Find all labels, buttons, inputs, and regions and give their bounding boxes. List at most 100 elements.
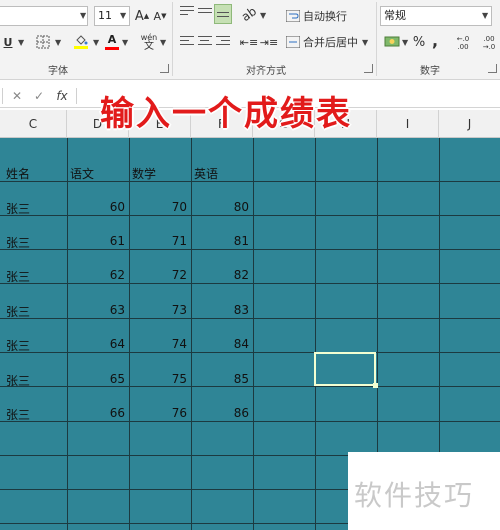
chevron-down-icon[interactable]: ▼ [482, 11, 488, 20]
align-bottom-button[interactable] [214, 4, 232, 24]
phonetic-button[interactable]: wén 文 [139, 30, 159, 54]
grid-line [0, 318, 500, 319]
font-color-letter: A [107, 32, 117, 46]
table-cell[interactable]: 73 [129, 303, 187, 317]
column-header-i[interactable]: I [377, 110, 439, 138]
table-cell[interactable]: 70 [129, 200, 187, 214]
grid-line [0, 421, 500, 422]
table-cell[interactable]: 64 [67, 337, 125, 351]
underline-button[interactable]: U [0, 32, 16, 52]
font-name-dropdown[interactable] [0, 6, 88, 26]
chevron-down-icon[interactable]: ▼ [93, 38, 99, 47]
table-cell[interactable]: 71 [129, 234, 187, 248]
grid-line [315, 138, 316, 530]
chevron-down-icon[interactable]: ▼ [120, 11, 126, 20]
wrap-text-icon [286, 10, 300, 22]
chevron-down-icon[interactable]: ▼ [122, 38, 128, 47]
chevron-down-icon[interactable]: ▼ [402, 38, 408, 47]
grid-line [67, 138, 68, 530]
currency-format-button[interactable] [382, 32, 402, 52]
selected-cell[interactable] [314, 352, 376, 386]
table-cell[interactable]: 张三 [6, 337, 30, 354]
watermark: 软件技巧 [348, 452, 500, 530]
grid-line [191, 138, 192, 530]
header-cell-chinese[interactable]: 语文 [70, 165, 94, 182]
table-cell[interactable]: 76 [129, 406, 187, 420]
align-top-button[interactable] [180, 6, 194, 18]
table-cell[interactable]: 61 [67, 234, 125, 248]
table-cell[interactable]: 75 [129, 372, 187, 386]
table-cell[interactable]: 张三 [6, 406, 30, 423]
comma-style-button[interactable]: , [430, 30, 440, 50]
table-cell[interactable]: 72 [129, 268, 187, 282]
chevron-down-icon[interactable]: ▼ [80, 11, 86, 20]
align-left-button[interactable] [180, 36, 194, 48]
divider [2, 88, 3, 104]
chevron-down-icon[interactable]: ▼ [18, 38, 24, 47]
increase-indent-button[interactable]: ⇥≡ [260, 32, 278, 52]
table-cell[interactable]: 74 [129, 337, 187, 351]
fill-handle[interactable] [373, 383, 378, 388]
font-color-swatch [105, 46, 119, 50]
table-cell[interactable]: 张三 [6, 372, 30, 389]
font-group-label: 字体 [48, 66, 68, 77]
chevron-down-icon[interactable]: ▼ [362, 38, 368, 47]
chevron-down-icon[interactable]: ▼ [160, 38, 166, 47]
table-cell[interactable]: 81 [191, 234, 249, 248]
align-right-button[interactable] [216, 36, 230, 48]
currency-icon [384, 36, 400, 47]
header-cell-name[interactable]: 姓名 [6, 165, 30, 182]
decrease-decimal-button[interactable]: .00 →.0 [478, 32, 500, 54]
divider [76, 88, 77, 104]
table-cell[interactable]: 82 [191, 268, 249, 282]
chevron-down-icon[interactable]: ▼ [260, 11, 266, 20]
insert-function-button[interactable]: fx [50, 86, 74, 106]
cancel-entry-button[interactable]: ✕ [8, 86, 26, 106]
grow-font-button[interactable]: A ▲ [133, 6, 151, 26]
table-cell[interactable]: 86 [191, 406, 249, 420]
align-center-button[interactable] [198, 36, 212, 48]
table-cell[interactable]: 63 [67, 303, 125, 317]
grid-line [0, 249, 500, 250]
wrap-text-button[interactable]: 自动换行 [286, 6, 356, 26]
table-cell[interactable]: 张三 [6, 234, 30, 251]
shrink-font-button[interactable]: A ▼ [152, 6, 168, 26]
grid-line [0, 215, 500, 216]
fill-color-button[interactable] [72, 30, 90, 52]
align-middle-button[interactable] [198, 8, 212, 20]
orientation-button[interactable]: ab [236, 1, 262, 28]
table-cell[interactable]: 张三 [6, 303, 30, 320]
grid-line [0, 283, 500, 284]
number-dialog-launcher[interactable] [488, 64, 497, 73]
table-cell[interactable]: 66 [67, 406, 125, 420]
chevron-down-icon[interactable]: ▼ [55, 38, 61, 47]
table-cell[interactable]: 60 [67, 200, 125, 214]
group-separator [376, 2, 377, 76]
table-cell[interactable]: 84 [191, 337, 249, 351]
decrease-indent-button[interactable]: ⇤≡ [240, 32, 258, 52]
number-format-dropdown[interactable]: 常规 [380, 6, 492, 26]
confirm-entry-button[interactable]: ✓ [30, 86, 48, 106]
column-header-c[interactable]: C [0, 110, 67, 138]
table-cell[interactable]: 65 [67, 372, 125, 386]
percent-style-button[interactable]: % [412, 32, 426, 52]
font-dialog-launcher[interactable] [160, 64, 169, 73]
column-header-j[interactable]: J [439, 110, 500, 138]
table-cell[interactable]: 80 [191, 200, 249, 214]
grid-line [253, 138, 254, 530]
grid-line [129, 138, 130, 530]
alignment-dialog-launcher[interactable] [364, 64, 373, 73]
table-cell[interactable]: 62 [67, 268, 125, 282]
merge-center-button[interactable]: 合并后居中 [286, 32, 368, 52]
table-cell[interactable]: 85 [191, 372, 249, 386]
table-cell[interactable]: 83 [191, 303, 249, 317]
header-cell-math[interactable]: 数学 [132, 165, 156, 182]
merge-cells-icon [286, 36, 300, 48]
border-icon [36, 35, 50, 49]
table-cell[interactable]: 张三 [6, 200, 30, 217]
borders-button[interactable] [34, 32, 52, 52]
table-cell[interactable]: 张三 [6, 268, 30, 285]
increase-decimal-button[interactable]: ←.0.00 [452, 32, 474, 54]
header-cell-english[interactable]: 英语 [194, 165, 218, 182]
font-color-button[interactable]: A [104, 30, 120, 52]
